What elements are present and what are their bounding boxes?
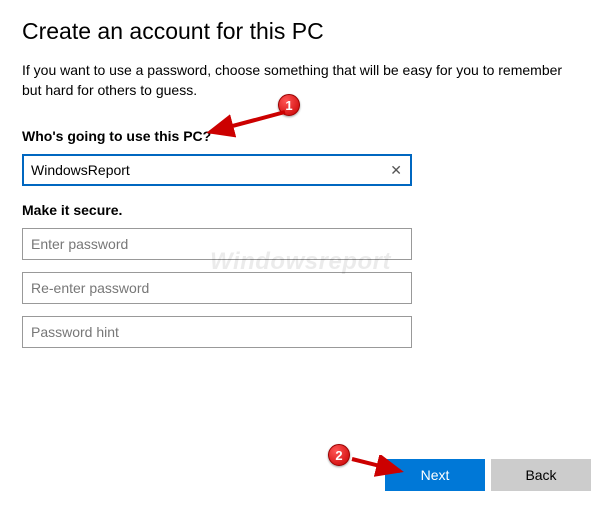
annotation-callout-2: 2: [328, 444, 350, 466]
username-input-wrap: ✕: [22, 154, 412, 186]
button-bar: Next Back: [385, 459, 591, 491]
username-label: Who's going to use this PC?: [22, 128, 591, 144]
password-input[interactable]: [22, 228, 412, 260]
next-button[interactable]: Next: [385, 459, 485, 491]
page-title: Create an account for this PC: [22, 18, 591, 45]
username-input[interactable]: [22, 154, 412, 186]
secure-fields: [22, 228, 412, 360]
reenter-password-input[interactable]: [22, 272, 412, 304]
clear-icon[interactable]: ✕: [386, 159, 406, 181]
password-hint-input[interactable]: [22, 316, 412, 348]
annotation-number-2: 2: [328, 444, 350, 466]
intro-text: If you want to use a password, choose so…: [22, 61, 582, 100]
secure-label: Make it secure.: [22, 202, 591, 218]
back-button[interactable]: Back: [491, 459, 591, 491]
